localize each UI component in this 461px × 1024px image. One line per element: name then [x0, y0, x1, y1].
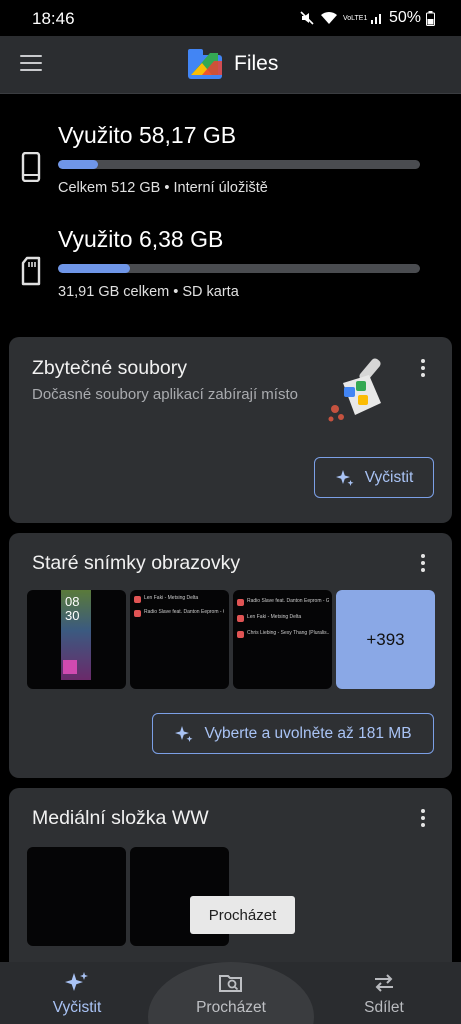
clean-button-label: Vyčistit [364, 468, 414, 486]
nav-share[interactable]: Sdílet [307, 962, 461, 1024]
junk-files-card: Zbytečné soubory Dočasné soubory aplikac… [9, 337, 452, 523]
menu-icon[interactable] [20, 55, 42, 73]
thumb-row-text: Radio Slave feat. Danton Eeprom - Grr... [144, 609, 224, 615]
screenshot-thumbnail[interactable]: 08 30 [27, 590, 126, 689]
thumb-row-text: Len Faki - Metsing Delta [144, 595, 199, 601]
storage-used: Využito 6,38 GB [58, 226, 224, 252]
files-logo-icon [188, 49, 222, 79]
sd-card-icon [21, 256, 41, 286]
more-options-icon[interactable] [420, 809, 426, 829]
thumb-row-text: Radio Slave feat. Danton Eeprom - Gr... [247, 598, 329, 604]
card-title: Mediální složka WW [32, 807, 209, 829]
share-swap-icon [375, 974, 393, 992]
card-title: Staré snímky obrazovky [32, 552, 241, 574]
nav-clean[interactable]: Vyčistit [0, 962, 154, 1024]
status-icons: VoLTE1 50% [299, 9, 435, 27]
clean-button[interactable]: Vyčistit [314, 457, 434, 498]
network-label: VoLTE1 [342, 14, 368, 22]
cleanup-broom-illustration [328, 358, 381, 422]
media-thumbnail[interactable] [27, 847, 126, 946]
status-time: 18:46 [32, 9, 75, 28]
sparkle-icon [175, 725, 193, 742]
wifi-icon [320, 11, 337, 24]
thumb-clock-hour: 08 [65, 594, 80, 609]
more-options-icon[interactable] [420, 554, 426, 574]
more-options-icon[interactable] [420, 359, 426, 379]
storage-detail: 31,91 GB celkem • SD karta [58, 284, 239, 300]
signal-icon [370, 14, 381, 24]
mute-icon [300, 11, 314, 25]
thumb-clock-minute: 30 [65, 608, 80, 623]
screenshot-thumbnail[interactable]: Radio Slave feat. Danton Eeprom - Gr... … [233, 590, 332, 689]
storage-detail: Celkem 512 GB • Interní úložiště [58, 180, 268, 196]
storage-bar [58, 160, 420, 169]
storage-bar-fill [58, 160, 98, 169]
thumb-app-tile [63, 660, 77, 674]
select-and-free-button[interactable]: Vyberte a uvolněte až 181 MB [152, 713, 434, 754]
storage-bar-fill [58, 264, 131, 273]
select-and-free-label: Vyberte a uvolněte až 181 MB [204, 724, 412, 742]
status-bar: 18:46 VoLTE1 50% [0, 0, 461, 36]
screenshot-thumbnail[interactable]: Len Faki - Metsing Delta Radio Slave fea… [130, 590, 229, 689]
more-count-overlay: +393 [336, 590, 435, 689]
thumb-row-text: Chris Liebing - Sexy Thang (Pluralis... [247, 630, 329, 636]
old-screenshots-card: Staré snímky obrazovky 08 30 Len Faki - … [9, 533, 452, 778]
card-title: Zbytečné soubory [32, 357, 188, 379]
more-count: +393 [366, 629, 405, 649]
card-subtitle: Dočasné soubory aplikací zabírají místo [32, 386, 298, 403]
media-folder-card: Mediální složka WW [9, 788, 452, 963]
app-title: Files [234, 52, 279, 75]
storage-bar [58, 264, 420, 273]
nav-label: Vyčistit [52, 999, 102, 1016]
thumb-row-text: Len Faki - Metsing Delta [247, 614, 302, 620]
battery-percent: 50% [388, 9, 421, 26]
sparkle-icon [65, 972, 88, 991]
tooltip-toast: Procházet [190, 896, 295, 934]
internal-storage-summary[interactable]: Využito 58,17 GB Celkem 512 GB • Interní… [0, 110, 461, 210]
sd-card-storage-summary[interactable]: Využito 6,38 GB 31,91 GB celkem • SD kar… [0, 214, 461, 314]
sparkle-icon [335, 469, 354, 486]
screenshot-thumbnail-more[interactable]: +393 [336, 590, 435, 689]
nav-label: Sdílet [364, 999, 404, 1016]
battery-icon [426, 10, 435, 26]
app-bar: Files [0, 36, 461, 94]
phone-icon [21, 152, 41, 182]
storage-used: Využito 58,17 GB [58, 122, 237, 148]
